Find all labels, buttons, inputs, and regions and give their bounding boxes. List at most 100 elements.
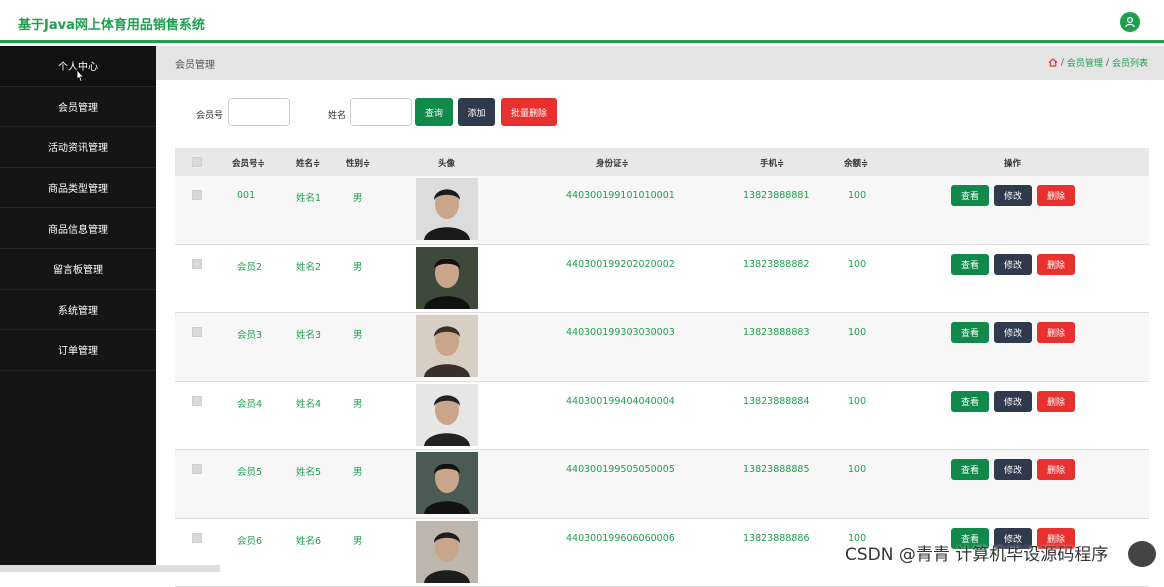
avatar-photo: [416, 384, 478, 446]
cell-balance: 100: [848, 190, 866, 201]
cell-phone: 13823888886: [743, 533, 810, 544]
select-all-checkbox[interactable]: [192, 157, 202, 167]
cell-phone: 13823888882: [743, 259, 810, 270]
top-bar: 基于Java网上体育用品销售系统: [0, 0, 1164, 43]
search-bar: 会员号 姓名 查询 添加 批量删除: [156, 80, 1164, 148]
cell-phone: 13823888885: [743, 464, 810, 475]
mouse-cursor-icon: [75, 69, 85, 83]
breadcrumb: / 会员管理 / 会员列表: [1048, 56, 1148, 69]
row-checkbox[interactable]: [192, 190, 202, 200]
delete-button[interactable]: 删除: [1037, 459, 1075, 480]
user-icon: [1124, 16, 1136, 28]
watermark-text: CSDN @青青 计算机毕设源码程序: [845, 540, 1108, 565]
member-table: 会员号≑ 姓名≑ 性别≑ 头像 身份证≑ 手机≑ 余额≑ 操作 001 姓名1 男 4…: [175, 148, 1149, 587]
column-header-name[interactable]: 姓名≑: [296, 157, 320, 169]
row-checkbox[interactable]: [192, 464, 202, 474]
table-header: 会员号≑ 姓名≑ 性别≑ 头像 身份证≑ 手机≑ 余额≑ 操作: [175, 148, 1149, 176]
sidebar-item-label: 商品类型管理: [48, 180, 108, 195]
sidebar-item-message-board[interactable]: 留言板管理: [0, 249, 156, 290]
member-number-label: 会员号: [196, 108, 223, 121]
avatar-photo: [416, 178, 478, 240]
cell-member: 会员6: [237, 533, 262, 547]
home-icon[interactable]: [1048, 58, 1058, 67]
table-body: 001 姓名1 男 440300199101010001 13823888881 100 查…: [175, 176, 1149, 587]
avatar-photo: [416, 315, 478, 377]
sidebar-item-product-management[interactable]: 商品信息管理: [0, 208, 156, 249]
cell-name: 姓名4: [296, 396, 321, 410]
page-title: 会员管理: [175, 56, 215, 71]
sidebar-item-category-management[interactable]: 商品类型管理: [0, 168, 156, 209]
column-header-idcard[interactable]: 身份证≑: [596, 157, 629, 169]
avatar-photo: [416, 452, 478, 514]
cell-idcard: 440300199101010001: [566, 190, 675, 201]
table-row: 会员4 姓名4 男 440300199404040004 13823888884 100 查…: [175, 382, 1149, 451]
delete-button[interactable]: 删除: [1037, 322, 1075, 343]
row-checkbox[interactable]: [192, 327, 202, 337]
edit-button[interactable]: 修改: [994, 459, 1032, 480]
sidebar-item-label: 留言板管理: [53, 261, 103, 276]
name-label: 姓名: [328, 108, 346, 121]
column-header-gender[interactable]: 性别≑: [346, 157, 370, 169]
column-header-avatar: 头像: [438, 157, 455, 169]
breadcrumb-member-list: 会员列表: [1112, 56, 1148, 69]
delete-button[interactable]: 删除: [1037, 185, 1075, 206]
sidebar-item-label: 会员管理: [58, 99, 98, 114]
cell-member: 会员3: [237, 327, 262, 341]
edit-button[interactable]: 修改: [994, 391, 1032, 412]
cell-gender: 男: [353, 259, 363, 273]
row-checkbox[interactable]: [192, 259, 202, 269]
table-row: 会员5姓名5男44030019950505000513823888885100查…: [175, 450, 1149, 519]
member-number-input[interactable]: [228, 98, 290, 126]
cell-idcard: 440300199606060006: [566, 533, 675, 544]
cell-idcard: 440300199404040004: [566, 396, 675, 407]
cell-idcard: 440300199303030003: [566, 327, 675, 338]
sidebar-item-label: 活动资讯管理: [48, 139, 108, 154]
avatar-photo: [416, 247, 478, 309]
cell-balance: 100: [848, 396, 866, 407]
batch-delete-button[interactable]: 批量删除: [501, 98, 557, 126]
name-input[interactable]: [350, 98, 412, 126]
table-row: 会员2姓名2男44030019920202000213823888882100查…: [175, 245, 1149, 314]
sidebar-item-order-management[interactable]: 订单管理: [0, 330, 156, 371]
query-button[interactable]: 查询: [415, 98, 453, 126]
edit-button[interactable]: 修改: [994, 254, 1032, 275]
cell-gender: 男: [353, 464, 363, 478]
view-button[interactable]: 查看: [951, 391, 989, 412]
cell-gender: 男: [353, 396, 363, 410]
row-checkbox[interactable]: [192, 533, 202, 543]
row-checkbox[interactable]: [192, 396, 202, 406]
cell-phone: 13823888881: [743, 190, 810, 201]
sidebar-item-member-management[interactable]: 会员管理: [0, 87, 156, 128]
delete-button[interactable]: 删除: [1037, 391, 1075, 412]
view-button[interactable]: 查看: [951, 322, 989, 343]
sidebar-item-label: 订单管理: [58, 342, 98, 357]
cell-balance: 100: [848, 464, 866, 475]
sidebar-item-news-management[interactable]: 活动资讯管理: [0, 127, 156, 168]
view-button[interactable]: 查看: [951, 254, 989, 275]
edit-button[interactable]: 修改: [994, 322, 1032, 343]
column-header-member[interactable]: 会员号≑: [232, 157, 265, 169]
column-header-actions: 操作: [1004, 157, 1021, 169]
user-avatar[interactable]: [1120, 12, 1140, 32]
view-button[interactable]: 查看: [951, 185, 989, 206]
sidebar: 个人中心 会员管理 活动资讯管理 商品类型管理 商品信息管理 留言板管理 系统管…: [0, 46, 156, 572]
breadcrumb-member-management[interactable]: 会员管理: [1067, 56, 1103, 69]
cell-name: 姓名2: [296, 259, 321, 273]
breadcrumb-bar: 会员管理 / 会员管理 / 会员列表: [156, 46, 1164, 80]
cell-name: 姓名1: [296, 190, 321, 204]
edit-button[interactable]: 修改: [994, 185, 1032, 206]
cell-member: 001: [237, 190, 255, 201]
sidebar-item-system-management[interactable]: 系统管理: [0, 290, 156, 331]
add-button[interactable]: 添加: [458, 98, 495, 126]
column-header-balance[interactable]: 余额≑: [844, 157, 868, 169]
avatar-photo: [416, 521, 478, 583]
cell-idcard: 440300199505050005: [566, 464, 675, 475]
breadcrumb-separator: /: [1106, 58, 1109, 68]
column-header-phone[interactable]: 手机≑: [760, 157, 784, 169]
cell-phone: 13823888884: [743, 396, 810, 407]
cell-member: 会员4: [237, 396, 262, 410]
view-button[interactable]: 查看: [951, 459, 989, 480]
delete-button[interactable]: 删除: [1037, 254, 1075, 275]
sidebar-item-label: 商品信息管理: [48, 221, 108, 236]
table-row: 会员3姓名3男44030019930303000313823888883100查…: [175, 313, 1149, 382]
